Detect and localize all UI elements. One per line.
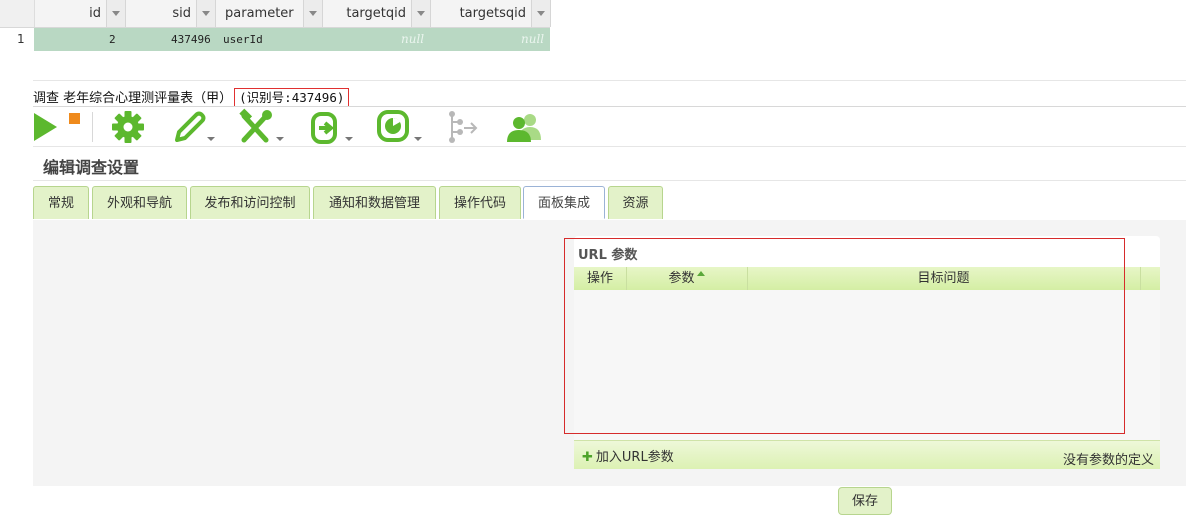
users-icon <box>507 114 541 142</box>
edit-button[interactable] <box>171 108 217 146</box>
tools-button[interactable] <box>238 108 286 146</box>
cell-parameter[interactable]: userId <box>223 33 263 46</box>
tab-resources[interactable]: 资源 <box>608 186 663 219</box>
tab-appearance-navigation[interactable]: 外观和导航 <box>92 186 187 219</box>
play-icon <box>34 113 57 141</box>
tab-notification-data[interactable]: 通知和数据管理 <box>313 186 436 219</box>
url-parameters-header: 操作 参数 目标问题 <box>574 267 1160 290</box>
url-parameters-body <box>574 290 1160 440</box>
column-header-sid[interactable]: sid <box>125 0 216 27</box>
column-header-id[interactable]: id <box>34 0 126 27</box>
save-button[interactable]: 保存 <box>838 487 892 515</box>
statistics-button[interactable] <box>376 108 424 146</box>
cell-targetsqid[interactable]: null <box>521 32 544 46</box>
cell-id[interactable]: 2 <box>109 33 116 46</box>
tab-panel-integration[interactable]: 面板集成 <box>523 186 605 219</box>
column-label: id <box>89 6 101 21</box>
toolbar-separator <box>92 112 93 142</box>
stop-icon <box>69 113 80 124</box>
tab-publication-access[interactable]: 发布和访问控制 <box>190 186 310 219</box>
export-icon <box>311 112 337 144</box>
table-row[interactable]: 1 2 437496 userId null null <box>0 28 550 51</box>
tab-action-code[interactable]: 操作代码 <box>439 186 521 219</box>
column-header-parameter[interactable]: 参数 <box>626 267 748 290</box>
divider <box>33 80 1186 81</box>
survey-title: 调查 老年综合心理测评量表（甲） (识别号:437496) <box>33 87 350 107</box>
url-parameters-footer: ✚ 加入URL参数 没有参数的定义 <box>574 440 1160 469</box>
pencil-icon <box>175 111 206 142</box>
divider <box>33 146 1186 147</box>
tab-general[interactable]: 常规 <box>33 186 89 219</box>
cell-sid[interactable]: 437496 <box>171 33 211 46</box>
column-label: parameter <box>225 6 294 21</box>
plus-icon: ✚ <box>582 450 593 465</box>
sort-asc-icon <box>696 271 705 276</box>
survey-toolbar <box>33 108 1186 146</box>
grid-header: id sid parameter targetqid targetsqid <box>0 0 551 28</box>
url-parameters-panel: URL 参数 操作 参数 目标问题 ✚ 加入URL参数 没有参数的定义 <box>574 236 1160 469</box>
participants-button[interactable] <box>505 108 543 146</box>
panel-title: URL 参数 <box>578 248 638 263</box>
tools-icon <box>239 108 272 143</box>
column-header-parameter[interactable]: parameter <box>215 0 323 27</box>
divider <box>33 106 1186 107</box>
column-header-targetqid[interactable]: targetqid <box>322 0 431 27</box>
chart-icon <box>377 110 409 142</box>
empty-message: 没有参数的定义 <box>1062 453 1154 468</box>
add-url-parameter-button[interactable]: ✚ 加入URL参数 <box>582 446 674 465</box>
query-result-grid: id sid parameter targetqid targetsqid 1 … <box>0 0 551 52</box>
structure-button[interactable] <box>446 108 480 146</box>
column-label: targetsqid <box>459 6 526 21</box>
column-label: targetqid <box>346 6 406 21</box>
activate-survey-button[interactable] <box>33 108 59 146</box>
gear-icon <box>112 111 144 143</box>
chevron-down-icon <box>345 137 353 141</box>
column-label: sid <box>172 6 191 21</box>
sort-dropdown-icon[interactable] <box>106 0 125 27</box>
settings-button[interactable] <box>111 108 145 146</box>
page-title: 编辑调查设置 <box>43 158 140 177</box>
survey-id-label: (识别号:437496) <box>234 88 350 107</box>
column-header-targetsqid[interactable]: targetsqid <box>430 0 551 27</box>
column-header-action: 操作 <box>574 267 627 290</box>
export-button[interactable] <box>307 108 355 146</box>
chevron-down-icon <box>207 137 215 141</box>
chevron-down-icon <box>276 137 284 141</box>
sort-dropdown-icon[interactable] <box>411 0 430 27</box>
column-header-target-question[interactable]: 目标问题 <box>747 267 1141 290</box>
row-cells[interactable]: 2 437496 userId null null <box>34 28 550 51</box>
row-number: 1 <box>0 28 34 51</box>
tree-icon <box>449 111 478 143</box>
stop-survey-button[interactable] <box>69 108 81 146</box>
row-number-header <box>0 0 35 27</box>
divider <box>33 180 1186 181</box>
survey-title-text: 调查 老年综合心理测评量表（甲） <box>33 91 233 106</box>
sort-dropdown-icon[interactable] <box>531 0 550 27</box>
cell-targetqid[interactable]: null <box>401 32 424 46</box>
chevron-down-icon <box>414 137 422 141</box>
sort-dropdown-icon[interactable] <box>303 0 322 27</box>
sort-dropdown-icon[interactable] <box>196 0 215 27</box>
